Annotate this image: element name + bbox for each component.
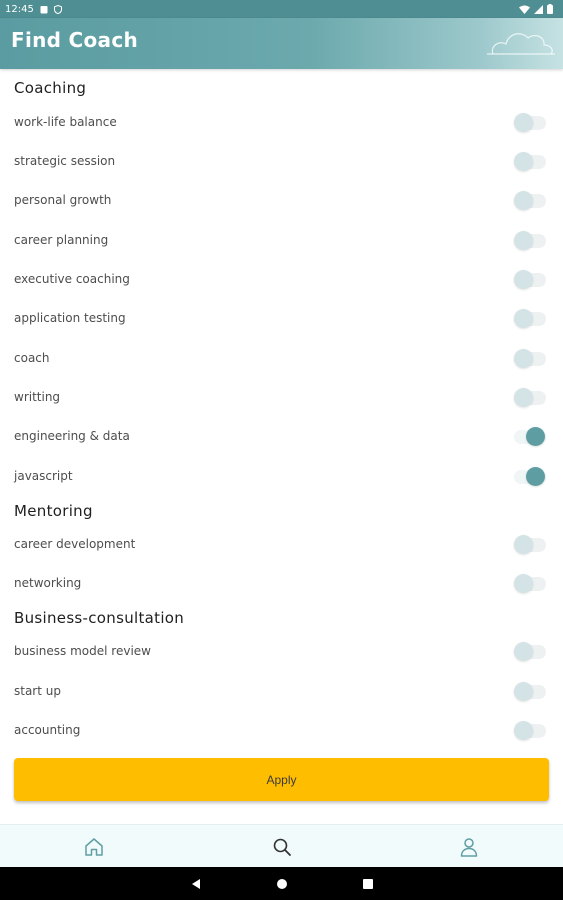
toggle-switch[interactable] bbox=[514, 574, 546, 593]
list-item: career development bbox=[0, 525, 563, 564]
nav-home[interactable] bbox=[0, 825, 188, 868]
list-item: work-life balance bbox=[0, 103, 563, 142]
toggle-switch[interactable] bbox=[514, 349, 546, 368]
page-title: Find Coach bbox=[11, 28, 139, 52]
toggle-switch[interactable] bbox=[514, 721, 546, 740]
search-icon bbox=[273, 838, 291, 856]
home-button-icon[interactable] bbox=[276, 878, 288, 890]
apply-button[interactable]: Apply bbox=[14, 758, 549, 801]
list-item: accounting bbox=[0, 711, 563, 750]
cloud-decoration-icon bbox=[487, 33, 555, 55]
list-item: executive coaching bbox=[0, 260, 563, 299]
battery-icon bbox=[547, 4, 553, 14]
nav-search[interactable] bbox=[188, 825, 376, 868]
item-label: work-life balance bbox=[14, 115, 117, 129]
list-item: networking bbox=[0, 564, 563, 603]
list-item: engineering & data bbox=[0, 417, 563, 456]
item-label: engineering & data bbox=[14, 429, 130, 443]
recents-icon[interactable] bbox=[362, 878, 374, 890]
section-title-coaching: Coaching bbox=[14, 79, 87, 97]
toggle-switch[interactable] bbox=[514, 309, 546, 328]
list-item: start up bbox=[0, 672, 563, 711]
shield-icon bbox=[53, 4, 62, 14]
item-label: personal growth bbox=[14, 193, 112, 207]
list-item: personal growth bbox=[0, 181, 563, 220]
nav-profile[interactable] bbox=[375, 825, 563, 868]
signal-icon bbox=[534, 4, 543, 14]
list-item: business model review bbox=[0, 632, 563, 671]
list-item: coach bbox=[0, 339, 563, 378]
profile-icon bbox=[460, 837, 478, 857]
list-item: application testing bbox=[0, 299, 563, 338]
toggle-switch[interactable] bbox=[514, 270, 546, 289]
status-bar: 12:45 bbox=[0, 0, 563, 18]
item-label: career planning bbox=[14, 233, 109, 247]
toggle-switch[interactable] bbox=[514, 231, 546, 250]
home-icon bbox=[85, 837, 103, 856]
item-label: networking bbox=[14, 576, 82, 590]
item-label: javascript bbox=[14, 469, 73, 483]
item-label: writting bbox=[14, 390, 61, 404]
item-label: business model review bbox=[14, 644, 151, 658]
item-label: strategic session bbox=[14, 154, 116, 168]
list-item: strategic session bbox=[0, 142, 563, 181]
status-time: 12:45 bbox=[5, 3, 34, 15]
item-label: application testing bbox=[14, 311, 126, 325]
back-icon[interactable] bbox=[190, 878, 202, 890]
toggle-switch[interactable] bbox=[514, 467, 546, 486]
system-navigation-bar bbox=[0, 867, 563, 900]
toggle-switch[interactable] bbox=[514, 388, 546, 407]
toggle-switch[interactable] bbox=[514, 427, 546, 446]
wifi-icon bbox=[519, 5, 530, 14]
item-label: start up bbox=[14, 684, 61, 698]
bottom-navigation bbox=[0, 824, 563, 868]
item-label: accounting bbox=[14, 723, 81, 737]
toggle-switch[interactable] bbox=[514, 152, 546, 171]
toggle-switch[interactable] bbox=[514, 682, 546, 701]
section-title-business-consultation: Business-consultation bbox=[14, 609, 185, 627]
toggle-switch[interactable] bbox=[514, 642, 546, 661]
item-label: career development bbox=[14, 537, 136, 551]
notification-icon bbox=[40, 5, 48, 13]
list-item: writting bbox=[0, 378, 563, 417]
filter-list: Coaching work-life balance strategic ses… bbox=[0, 69, 563, 824]
section-title-mentoring: Mentoring bbox=[14, 502, 93, 520]
app-bar: Find Coach bbox=[0, 18, 563, 69]
toggle-switch[interactable] bbox=[514, 535, 546, 554]
list-item: career planning bbox=[0, 221, 563, 260]
item-label: executive coaching bbox=[14, 272, 130, 286]
item-label: coach bbox=[14, 351, 50, 365]
list-item: javascript bbox=[0, 457, 563, 496]
toggle-switch[interactable] bbox=[514, 113, 546, 132]
toggle-switch[interactable] bbox=[514, 191, 546, 210]
